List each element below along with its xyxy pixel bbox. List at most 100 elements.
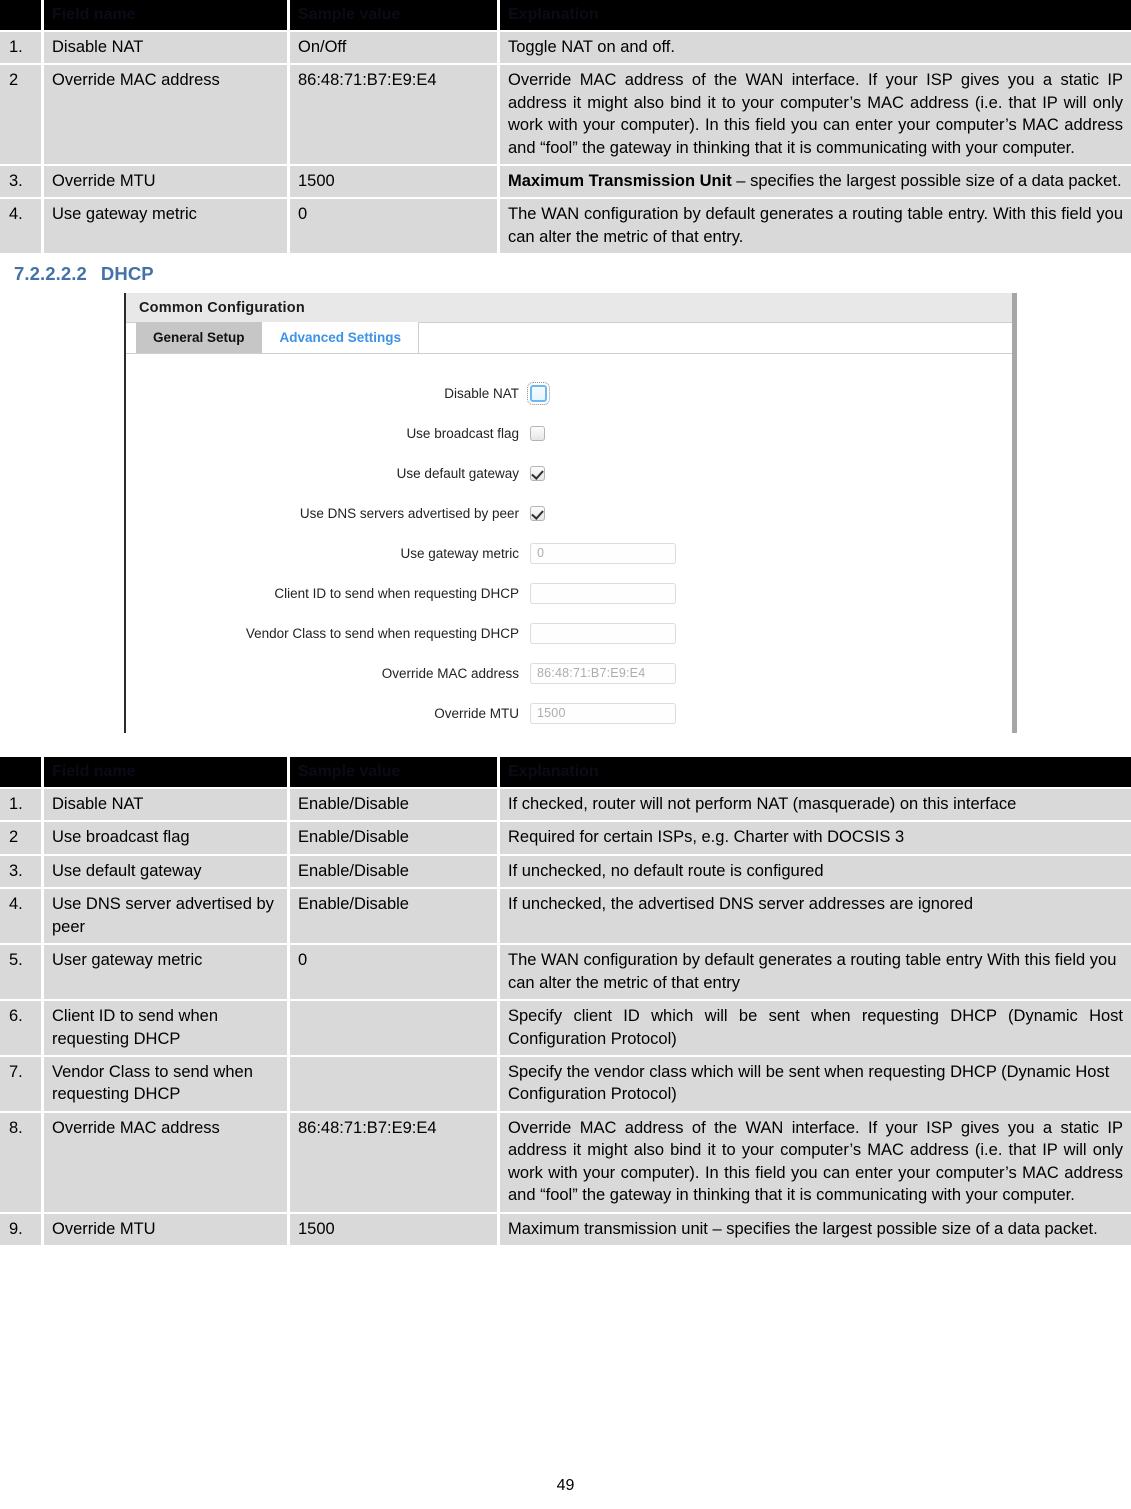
table-header-row: Field name Sample value Explanation: [0, 757, 1131, 787]
row-number: 3.: [0, 163, 44, 198]
row-sample-value: 86:48:71:B7:E9:E4: [290, 1110, 500, 1212]
column-header-field-name: Field name: [44, 0, 290, 30]
table-row: 1. Disable NAT Enable/Disable If checked…: [0, 787, 1131, 821]
table-row: 4. Use DNS server advertised by peer Ena…: [0, 887, 1131, 944]
row-sample-value: [290, 1054, 500, 1111]
label-override-mtu: Override MTU: [434, 705, 519, 721]
column-header-number: [0, 0, 44, 30]
column-header-explanation: Explanation: [500, 757, 1131, 787]
row-sample-value: On/Off: [290, 29, 500, 64]
row-field-name: Disable NAT: [44, 787, 290, 821]
row-field-name: Override MAC address: [44, 1110, 290, 1212]
control-use-default-gateway: [530, 465, 545, 481]
override-mac-address-input[interactable]: 86:48:71:B7:E9:E4: [530, 662, 676, 684]
row-sample-value: Enable/Disable: [290, 853, 500, 888]
control-use-dns-servers: [530, 505, 545, 521]
label-use-dns-servers-advertised-by-peer: Use DNS servers advertised by peer: [299, 505, 519, 521]
row-sample-value: 1500: [290, 1211, 500, 1245]
label-disable-nat: Disable NAT: [444, 385, 519, 401]
row-explanation-emphasis: Maximum Transmission Unit: [508, 171, 732, 190]
table-row: 5. User gateway metric 0 The WAN configu…: [0, 943, 1131, 1000]
field-row-override-mac-address: Override MAC address 86:48:71:B7:E9:E4: [126, 656, 1012, 690]
use-default-gateway-checkbox[interactable]: [530, 465, 545, 481]
table-row: 7. Vendor Class to send when requesting …: [0, 1054, 1131, 1111]
row-explanation: If checked, router will not perform NAT …: [500, 787, 1131, 821]
table-row: 1. Disable NAT On/Off Toggle NAT on and …: [0, 29, 1131, 64]
row-sample-value: 0: [290, 943, 500, 1000]
row-field-name: Use default gateway: [44, 853, 290, 888]
row-explanation: Required for certain ISPs, e.g. Charter …: [500, 820, 1131, 854]
row-number: 4.: [0, 197, 44, 254]
label-override-mac-address: Override MAC address: [381, 665, 519, 681]
field-row-client-id: Client ID to send when requesting DHCP: [126, 576, 1012, 610]
label-use-default-gateway: Use default gateway: [396, 465, 519, 481]
table-row: 4. Use gateway metric 0 The WAN configur…: [0, 197, 1131, 254]
column-header-field-name: Field name: [44, 757, 290, 787]
row-field-name: Use gateway metric: [44, 197, 290, 254]
label-vendor-class-to-send: Vendor Class to send when requesting DHC…: [245, 625, 519, 641]
use-dns-servers-checkbox[interactable]: [530, 505, 545, 521]
row-number: 6.: [0, 999, 44, 1055]
tab-advanced-settings[interactable]: Advanced Settings: [262, 322, 420, 354]
row-number: 2: [0, 820, 44, 854]
row-number: 8.: [0, 1110, 44, 1212]
field-row-use-gateway-metric: Use gateway metric 0: [126, 536, 1012, 570]
table-row: 2 Use broadcast flag Enable/Disable Requ…: [0, 820, 1131, 854]
row-field-name: Use broadcast flag: [44, 820, 290, 854]
row-number: 3.: [0, 853, 44, 888]
row-explanation: If unchecked, no default route is config…: [500, 853, 1131, 888]
tab-general-setup[interactable]: General Setup: [136, 322, 263, 354]
row-explanation-text: – specifies the largest possible size of…: [731, 171, 1122, 190]
row-explanation: Maximum Transmission Unit – specifies th…: [500, 163, 1131, 198]
column-header-sample-value: Sample value: [290, 0, 500, 30]
dhcp-fields-table: Field name Sample value Explanation 1. D…: [0, 757, 1131, 1245]
control-use-broadcast-flag: [530, 425, 545, 441]
page-number: 49: [556, 1477, 575, 1494]
row-explanation: If unchecked, the advertised DNS server …: [500, 887, 1131, 944]
panel-title: Common Configuration: [126, 293, 1012, 324]
column-header-sample-value: Sample value: [290, 757, 500, 787]
row-number: 1.: [0, 787, 44, 821]
row-explanation: The WAN configuration by default generat…: [500, 943, 1131, 1000]
vendor-class-input[interactable]: [530, 622, 676, 644]
client-id-input[interactable]: [530, 582, 676, 604]
row-explanation: Override MAC address of the WAN interfac…: [500, 63, 1131, 164]
tab-bar: General Setup Advanced Settings: [126, 322, 1012, 355]
use-gateway-metric-input[interactable]: 0: [530, 542, 676, 564]
label-client-id-to-send: Client ID to send when requesting DHCP: [274, 585, 519, 601]
disable-nat-checkbox[interactable]: [527, 381, 550, 405]
row-explanation: Specify the vendor class which will be s…: [500, 1054, 1131, 1111]
router-config-panel: Common Configuration General Setup Advan…: [124, 293, 1017, 734]
field-row-use-broadcast-flag: Use broadcast flag: [126, 416, 1012, 450]
table-row: 2 Override MAC address 86:48:71:B7:E9:E4…: [0, 63, 1131, 164]
table-row: 6. Client ID to send when requesting DHC…: [0, 999, 1131, 1055]
row-field-name: Use DNS server advertised by peer: [44, 887, 290, 944]
table-header-row: Field name Sample value Explanation: [0, 0, 1131, 30]
row-number: 2: [0, 63, 44, 164]
section-heading: 7.2.2.2.2 DHCP: [14, 263, 1131, 285]
use-broadcast-flag-checkbox[interactable]: [530, 425, 545, 441]
table-row: 3. Override MTU 1500 Maximum Transmissio…: [0, 163, 1131, 198]
column-header-explanation: Explanation: [500, 0, 1131, 30]
row-explanation: Toggle NAT on and off.: [500, 29, 1131, 64]
field-row-use-dns-servers: Use DNS servers advertised by peer: [126, 496, 1012, 530]
table-row: 3. Use default gateway Enable/Disable If…: [0, 853, 1131, 888]
section-number: 7.2.2.2.2: [14, 263, 87, 285]
label-use-gateway-metric: Use gateway metric: [400, 545, 519, 561]
table-row: 9. Override MTU 1500 Maximum transmissio…: [0, 1211, 1131, 1245]
section-title: DHCP: [100, 263, 154, 285]
override-mtu-input[interactable]: 1500: [530, 702, 676, 724]
row-sample-value: 86:48:71:B7:E9:E4: [290, 63, 500, 164]
row-sample-value: 1500: [290, 163, 500, 198]
row-explanation: Maximum transmission unit – specifies th…: [500, 1211, 1131, 1245]
static-fields-table: Field name Sample value Explanation 1. D…: [0, 0, 1131, 254]
column-header-number: [0, 757, 44, 787]
row-field-name: User gateway metric: [44, 943, 290, 1000]
row-sample-value: [290, 999, 500, 1055]
row-sample-value: Enable/Disable: [290, 887, 500, 944]
row-field-name: Client ID to send when requesting DHCP: [44, 999, 290, 1055]
row-explanation: Specify client ID which will be sent whe…: [500, 999, 1131, 1055]
row-field-name: Override MAC address: [44, 63, 290, 164]
row-number: 9.: [0, 1211, 44, 1245]
row-explanation: Override MAC address of the WAN interfac…: [500, 1110, 1131, 1212]
